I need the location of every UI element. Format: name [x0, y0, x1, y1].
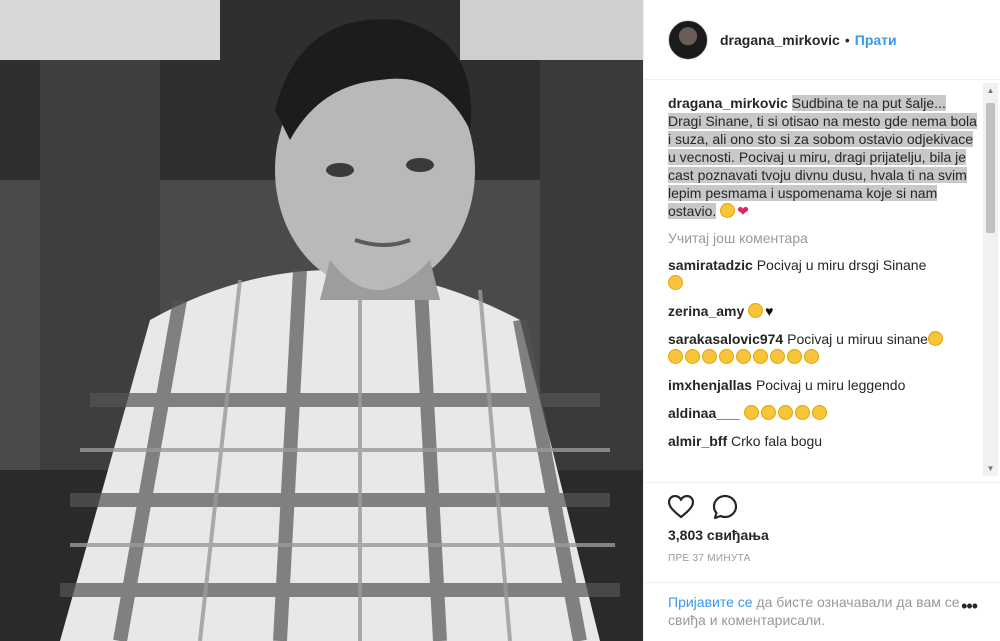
comment-username[interactable]: samiratadzic: [668, 257, 753, 273]
list-item: imxhenjallas Pocivaj u miru leggendo: [668, 376, 977, 394]
grayscale-portrait-image: [0, 0, 643, 641]
post-photo[interactable]: [0, 0, 643, 641]
post-timestamp[interactable]: ПРЕ 37 МИНУТА: [668, 553, 977, 564]
follow-button[interactable]: Прати: [855, 32, 897, 48]
caption-username[interactable]: dragana_mirkovic: [668, 95, 788, 111]
sad-face-emoji: [702, 349, 717, 364]
sad-face-emoji: [760, 405, 776, 420]
sad-face-emoji: [777, 405, 793, 420]
comment-text: Crko fala bogu: [731, 433, 823, 449]
comment-text: Pocivaj u miru leggendo: [755, 377, 906, 393]
caption: dragana_mirkovic Sudbina te na put šalje…: [668, 94, 977, 220]
comment-username[interactable]: almir_bff: [668, 433, 727, 449]
comments-scrollbar[interactable]: ▲ ▼: [983, 83, 998, 476]
sad-face-emoji: [770, 349, 785, 364]
scroll-up-arrow-icon[interactable]: ▲: [983, 83, 998, 98]
sad-face-emoji: [811, 405, 827, 420]
comment-username[interactable]: imxhenjallas: [668, 377, 752, 393]
post-sidebar: dragana_mirkovic • Прати dragana_mirkovi…: [643, 0, 1000, 641]
login-prompt: Пријавите се да бисте означавали да вам …: [644, 582, 1000, 639]
sad-face-emoji: [927, 331, 943, 346]
post-actions: 3,803 свиђања ПРЕ 37 МИНУТА: [644, 482, 1000, 564]
list-item: samiratadzic Pocivaj u miru drsgi Sinane: [668, 256, 977, 292]
sad-face-emoji: [668, 275, 683, 290]
header-username[interactable]: dragana_mirkovic: [720, 32, 840, 48]
login-link[interactable]: Пријавите се: [668, 594, 753, 610]
comment-username[interactable]: zerina_amy: [668, 303, 744, 319]
separator-dot: •: [844, 31, 850, 48]
scroll-down-arrow-icon[interactable]: ▼: [983, 461, 998, 476]
sad-face-emoji: [668, 349, 683, 364]
more-options-icon[interactable]: •••: [961, 597, 978, 615]
heart-outline-icon[interactable]: [668, 495, 694, 519]
sad-face-emoji: [748, 303, 764, 318]
likes-count[interactable]: 3,803 свиђања: [668, 527, 977, 543]
comments-list[interactable]: dragana_mirkovic Sudbina te na put šalje…: [644, 80, 1000, 476]
list-item: aldinaa___: [668, 404, 977, 422]
instagram-post: dragana_mirkovic • Прати dragana_mirkovi…: [0, 0, 1000, 641]
comment-username[interactable]: aldinaa___: [668, 405, 740, 421]
list-item: sarakasalovic974 Pocivaj u miruu sinane: [668, 330, 977, 366]
action-icons: [668, 483, 977, 523]
load-more-comments-button[interactable]: Учитај још коментара: [668, 230, 977, 246]
comment-text: Pocivaj u miru drsgi Sinane: [756, 257, 927, 273]
red-heart-emoji: ❤: [737, 203, 749, 219]
caption-text: Sudbina te na put šalje... Dragi Sinane,…: [668, 95, 977, 219]
avatar[interactable]: [668, 19, 708, 60]
comment-text: Pocivaj u miruu sinane: [787, 331, 928, 347]
sad-face-emoji: [753, 349, 768, 364]
sad-face-emoji: [719, 349, 734, 364]
sad-face-emoji: [787, 349, 802, 364]
post-header: dragana_mirkovic • Прати: [644, 0, 1000, 80]
comment-username[interactable]: sarakasalovic974: [668, 331, 783, 347]
sad-face-emoji: [794, 405, 810, 420]
sad-face-emoji: [804, 349, 819, 364]
scrollbar-thumb[interactable]: [986, 103, 995, 233]
list-item: zerina_amy ♥: [668, 302, 977, 320]
sad-face-emoji: [685, 349, 700, 364]
sad-face-emoji: [743, 405, 759, 420]
black-heart-emoji: ♥: [765, 303, 774, 319]
list-item: almir_bff Crko fala bogu: [668, 432, 977, 450]
sad-face-emoji: [720, 203, 736, 218]
sad-face-emoji: [736, 349, 751, 364]
speech-bubble-icon[interactable]: [712, 494, 738, 520]
